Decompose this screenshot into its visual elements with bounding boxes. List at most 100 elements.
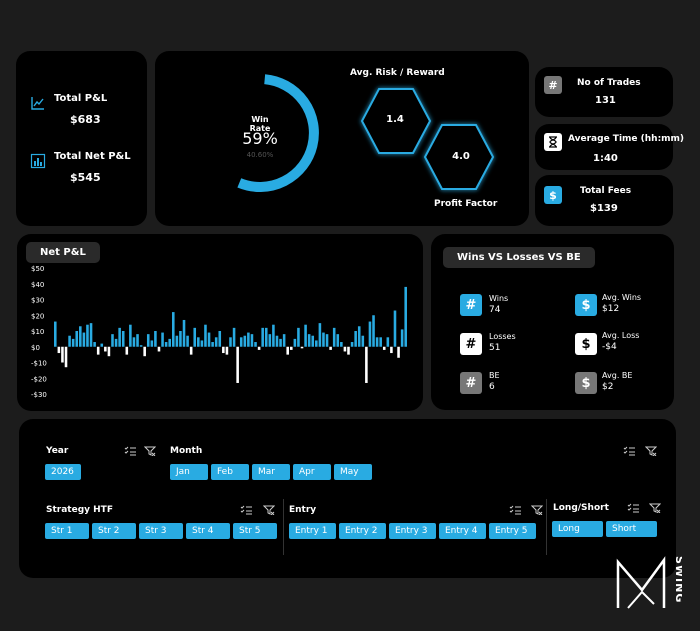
be-value: 6 — [489, 382, 495, 392]
multi-select-icon[interactable] — [623, 446, 635, 456]
pnl-bar — [111, 334, 114, 347]
entry-chip[interactable]: Entry 5 — [489, 523, 536, 539]
fees-label: Total Fees — [580, 186, 632, 196]
pnl-bar — [204, 324, 207, 347]
pnl-bar — [400, 329, 404, 347]
y-tick-label: $20 — [31, 312, 44, 320]
pnl-bar — [318, 323, 322, 347]
pnl-bar — [71, 338, 75, 347]
pnl-bar — [214, 337, 218, 347]
pnl-bar — [68, 335, 71, 347]
pnl-bar — [257, 346, 261, 350]
pnl-bar — [343, 346, 347, 352]
year-chip[interactable]: 2026 — [45, 464, 81, 480]
wins-value: 74 — [489, 305, 501, 315]
fees-card: $ Total Fees $139 — [535, 175, 673, 226]
strategy-chip[interactable]: Str 4 — [186, 523, 230, 539]
pnl-bar — [172, 312, 175, 347]
clear-filter-icon[interactable] — [645, 446, 657, 456]
pnl-bar — [211, 342, 214, 347]
strategy-chip[interactable]: Str 1 — [45, 523, 89, 539]
stats-card: Win Rate 59% 40.60% Avg. Risk / Reward 1… — [155, 51, 529, 226]
avg-loss-value: -$4 — [602, 342, 617, 352]
pnl-bar — [239, 337, 243, 347]
multi-select-icon[interactable] — [124, 446, 136, 456]
pnl-bar — [132, 337, 136, 347]
month-filter-title: Month — [170, 446, 203, 456]
trades-value: 131 — [595, 95, 616, 106]
pnl-bar — [218, 331, 222, 347]
pnl-bar — [57, 346, 61, 354]
multi-select-icon[interactable] — [509, 505, 521, 515]
wins-losses-title: Wins VS Losses VS BE — [443, 247, 595, 268]
pnl-bar — [372, 315, 375, 347]
month-chip[interactable]: Apr — [293, 464, 331, 480]
entry-chip[interactable]: Entry 3 — [389, 523, 436, 539]
strategy-chip[interactable]: Str 5 — [233, 523, 277, 539]
multi-select-icon[interactable] — [240, 505, 252, 515]
pnl-bar — [311, 335, 315, 347]
bar-chart-icon — [30, 153, 46, 169]
pnl-bar — [254, 342, 257, 347]
net-pnl-chart: $50 $40 $30 $20 $10 $0 -$10 -$20 -$30 — [31, 265, 407, 399]
pnl-bar — [229, 337, 232, 347]
win-rate-value: 59% — [242, 129, 278, 148]
wins-hash-icon: # — [460, 294, 482, 316]
strategy-chip[interactable]: Str 2 — [92, 523, 136, 539]
pnl-bar — [382, 346, 386, 350]
long-short-chip[interactable]: Short — [606, 521, 657, 537]
pnl-bar — [300, 346, 304, 349]
month-chip[interactable]: Mar — [252, 464, 290, 480]
clear-filter-icon[interactable] — [263, 505, 275, 515]
pnl-bar — [207, 332, 211, 347]
total-pnl-label: Total P&L — [54, 93, 108, 104]
clear-filter-icon[interactable] — [144, 446, 156, 456]
filter-divider — [546, 499, 547, 555]
avg-wins-dollar-icon: $ — [575, 294, 597, 316]
clear-filter-icon[interactable] — [531, 505, 543, 515]
avg-loss-label: Avg. Loss — [602, 331, 640, 340]
fees-value: $139 — [590, 203, 618, 214]
entry-chip[interactable]: Entry 2 — [339, 523, 386, 539]
month-chip[interactable]: Feb — [211, 464, 249, 480]
y-tick-label: $0 — [31, 344, 40, 352]
multi-select-icon[interactable] — [627, 503, 639, 513]
pnl-bar — [322, 332, 325, 347]
month-chip[interactable]: Jan — [170, 464, 208, 480]
strategy-chip[interactable]: Str 3 — [139, 523, 183, 539]
avg-be-value: $2 — [602, 382, 614, 392]
pnl-bar — [96, 346, 100, 355]
pnl-bar — [121, 331, 125, 347]
risk-reward-value: 1.4 — [386, 114, 404, 125]
pnl-bar — [315, 340, 318, 347]
pnl-bar — [175, 335, 179, 347]
pnl-bar — [368, 321, 372, 347]
entry-chip[interactable]: Entry 4 — [439, 523, 486, 539]
avg-be-dollar-icon: $ — [575, 372, 597, 394]
entry-chip[interactable]: Entry 1 — [289, 523, 336, 539]
pnl-bar — [129, 324, 132, 347]
pnl-bar — [386, 337, 390, 347]
avg-wins-label: Avg. Wins — [602, 293, 642, 302]
pnl-bar — [82, 332, 86, 347]
y-tick-label: $50 — [31, 265, 44, 273]
month-chip[interactable]: May — [334, 464, 372, 480]
clear-filter-icon[interactable] — [649, 503, 661, 513]
long-short-chip[interactable]: Long — [552, 521, 603, 537]
hourglass-icon — [544, 133, 562, 151]
pnl-bar — [179, 331, 182, 347]
pnl-bar — [107, 346, 111, 357]
pnl-bar — [114, 338, 118, 347]
pnl-bar — [89, 323, 93, 347]
pnl-bar — [393, 310, 397, 347]
pnl-bar — [86, 324, 89, 347]
pnl-bar — [264, 327, 268, 347]
pnl-bar — [365, 346, 368, 383]
svg-text:SWING: SWING — [673, 556, 682, 603]
pnl-bar — [304, 324, 307, 347]
wins-losses-card: Wins VS Losses VS BE # Wins 74 $ Avg. Wi… — [431, 234, 674, 410]
pnl-bar — [150, 340, 154, 347]
pnl-bar — [350, 342, 354, 347]
y-tick-label: -$20 — [31, 375, 47, 383]
pnl-bar — [336, 334, 340, 347]
